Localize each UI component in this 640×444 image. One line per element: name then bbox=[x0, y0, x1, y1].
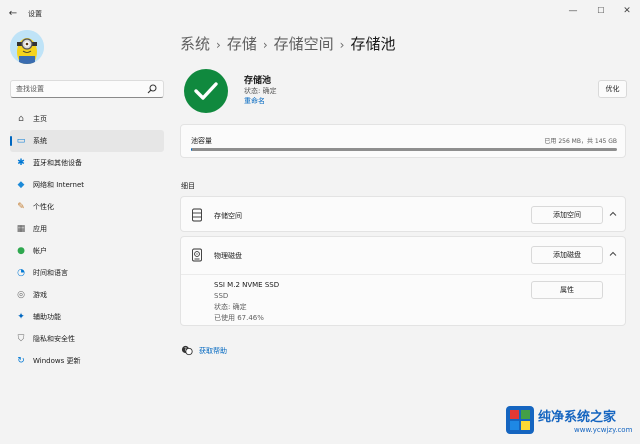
shield-icon: ⛉ bbox=[17, 334, 25, 344]
chevron-right-icon: › bbox=[339, 38, 345, 52]
properties-button[interactable]: 属性 bbox=[531, 281, 603, 299]
sidebar-item[interactable]: ▭ 系统 bbox=[10, 130, 164, 152]
watermark-url: www.ycwjzy.com bbox=[574, 426, 633, 434]
sidebar-item[interactable]: ✦ 辅助功能 bbox=[10, 306, 164, 328]
disk-type: SSD bbox=[214, 292, 229, 300]
storage-spaces-label: 存储空间 bbox=[214, 212, 242, 220]
capacity-bar bbox=[191, 148, 617, 151]
storage-drive-icon bbox=[192, 208, 202, 222]
help-chat-icon: ? bbox=[181, 345, 193, 356]
sidebar-item[interactable]: ● 帐户 bbox=[10, 240, 164, 262]
avatar[interactable] bbox=[10, 30, 44, 64]
capacity-usage-text: 已用 256 MB，共 145 GB bbox=[544, 138, 617, 145]
disk-status: 状态: 确定 bbox=[214, 303, 247, 311]
breadcrumb-link[interactable]: 存储空间 bbox=[274, 35, 334, 53]
pool-capacity-card: 池容量 已用 256 MB，共 145 GB bbox=[180, 124, 626, 158]
search-box[interactable] bbox=[10, 80, 164, 98]
sidebar-item-label: 主页 bbox=[33, 115, 47, 123]
disk-name: SSI M.2 NVME SSD bbox=[214, 281, 280, 289]
sidebar-item[interactable]: ◆ 网络和 Internet bbox=[10, 174, 164, 196]
physical-disks-label: 物理磁盘 bbox=[214, 252, 242, 260]
physical-disks-row[interactable]: 物理磁盘 添加磁盘 bbox=[181, 237, 625, 275]
hard-disk-icon bbox=[192, 248, 202, 262]
sidebar-item-label: 系统 bbox=[33, 137, 47, 145]
maximize-button[interactable]: ☐ bbox=[588, 4, 614, 18]
sidebar-item[interactable]: ⌂ 主页 bbox=[10, 108, 164, 130]
sidebar-item[interactable]: ↻ Windows 更新 bbox=[10, 350, 164, 372]
search-input[interactable] bbox=[16, 83, 146, 95]
physical-disks-card: 物理磁盘 添加磁盘 SSI M.2 NVME SSD SSD 状态: 确定 已使… bbox=[180, 236, 626, 326]
sidebar-item[interactable]: ⛉ 隐私和安全性 bbox=[10, 328, 164, 350]
brush-icon: ✎ bbox=[17, 202, 25, 212]
back-arrow-icon[interactable]: ← bbox=[6, 7, 20, 21]
sidebar-item[interactable]: ✎ 个性化 bbox=[10, 196, 164, 218]
chevron-right-icon: › bbox=[262, 38, 268, 52]
minimize-button[interactable]: — bbox=[560, 4, 586, 18]
get-help-link[interactable]: 获取帮助 bbox=[199, 346, 227, 356]
add-space-button[interactable]: 添加空间 bbox=[531, 206, 603, 224]
title-bar: ← 设置 — ☐ ✕ bbox=[0, 0, 640, 26]
svg-text:?: ? bbox=[184, 347, 187, 353]
chevron-up-icon[interactable] bbox=[608, 249, 618, 259]
sidebar-item-label: 游戏 bbox=[33, 291, 47, 299]
breadcrumb-current: 存储池 bbox=[350, 35, 396, 53]
sidebar-item-label: 辅助功能 bbox=[33, 313, 61, 321]
sidebar-item-label: 应用 bbox=[33, 225, 47, 233]
watermark-logo-icon bbox=[506, 406, 534, 434]
sidebar-item-label: 隐私和安全性 bbox=[33, 335, 75, 343]
sidebar-item-label: 个性化 bbox=[33, 203, 54, 211]
bluetooth-icon: ✱ bbox=[17, 158, 25, 168]
breadcrumb-link[interactable]: 存储 bbox=[227, 35, 257, 53]
globe-clock-icon: ◔ bbox=[17, 268, 25, 278]
accessibility-icon: ✦ bbox=[17, 312, 25, 322]
sidebar-item[interactable]: ◔ 时间和语言 bbox=[10, 262, 164, 284]
breadcrumb-link[interactable]: 系统 bbox=[180, 35, 210, 53]
chevron-right-icon: › bbox=[216, 38, 221, 52]
disk-info: SSI M.2 NVME SSD SSD 状态: 确定 已使用 67.46% bbox=[214, 280, 279, 324]
system-icon: ▭ bbox=[16, 136, 26, 146]
breadcrumb: 系统 › 存储 › 存储空间 › 存储池 bbox=[180, 33, 396, 54]
app-title: 设置 bbox=[28, 10, 42, 18]
close-button[interactable]: ✕ bbox=[614, 4, 640, 18]
watermark: 纯净系统之家 www.ycwjzy.com bbox=[504, 404, 636, 440]
network-icon: ◆ bbox=[17, 180, 25, 190]
game-controller-icon: ◎ bbox=[17, 290, 25, 300]
account-icon: ● bbox=[17, 246, 25, 256]
sidebar-item-label: 蓝牙和其他设备 bbox=[33, 159, 82, 167]
storage-spaces-row[interactable]: 存储空间 添加空间 bbox=[180, 196, 626, 232]
sidebar-item-label: 网络和 Internet bbox=[33, 181, 85, 189]
capacity-bar-fill bbox=[191, 148, 192, 151]
rename-link[interactable]: 重命名 bbox=[244, 96, 265, 106]
sidebar-item-label: Windows 更新 bbox=[33, 357, 81, 365]
capacity-label: 池容量 bbox=[191, 137, 212, 145]
optimize-button[interactable]: 优化 bbox=[598, 80, 627, 98]
section-title: 细目 bbox=[181, 182, 195, 190]
sidebar-nav: ⌂ 主页 ▭ 系统 ✱ 蓝牙和其他设备 ◆ 网络和 Internet ✎ 个性化 ▦ 应用 ● 帐户 ◔ 时间… bbox=[10, 108, 164, 372]
add-disk-button[interactable]: 添加磁盘 bbox=[531, 246, 603, 264]
sidebar-item[interactable]: ▦ 应用 bbox=[10, 218, 164, 240]
update-icon: ↻ bbox=[17, 356, 25, 366]
sidebar-item[interactable]: ◎ 游戏 bbox=[10, 284, 164, 306]
sidebar-item[interactable]: ✱ 蓝牙和其他设备 bbox=[10, 152, 164, 174]
check-circle-icon bbox=[184, 69, 228, 113]
home-icon: ⌂ bbox=[18, 114, 24, 124]
pool-name: 存储池 bbox=[244, 76, 272, 86]
chevron-up-icon[interactable] bbox=[608, 209, 618, 219]
pool-status-text: 状态: 确定 bbox=[244, 87, 277, 95]
watermark-title: 纯净系统之家 bbox=[538, 410, 617, 425]
disk-usage: 已使用 67.46% bbox=[214, 314, 264, 322]
sidebar-item-label: 时间和语言 bbox=[33, 269, 68, 277]
sidebar-item-label: 帐户 bbox=[33, 247, 47, 255]
search-icon[interactable] bbox=[147, 84, 157, 94]
apps-icon: ▦ bbox=[16, 224, 26, 234]
